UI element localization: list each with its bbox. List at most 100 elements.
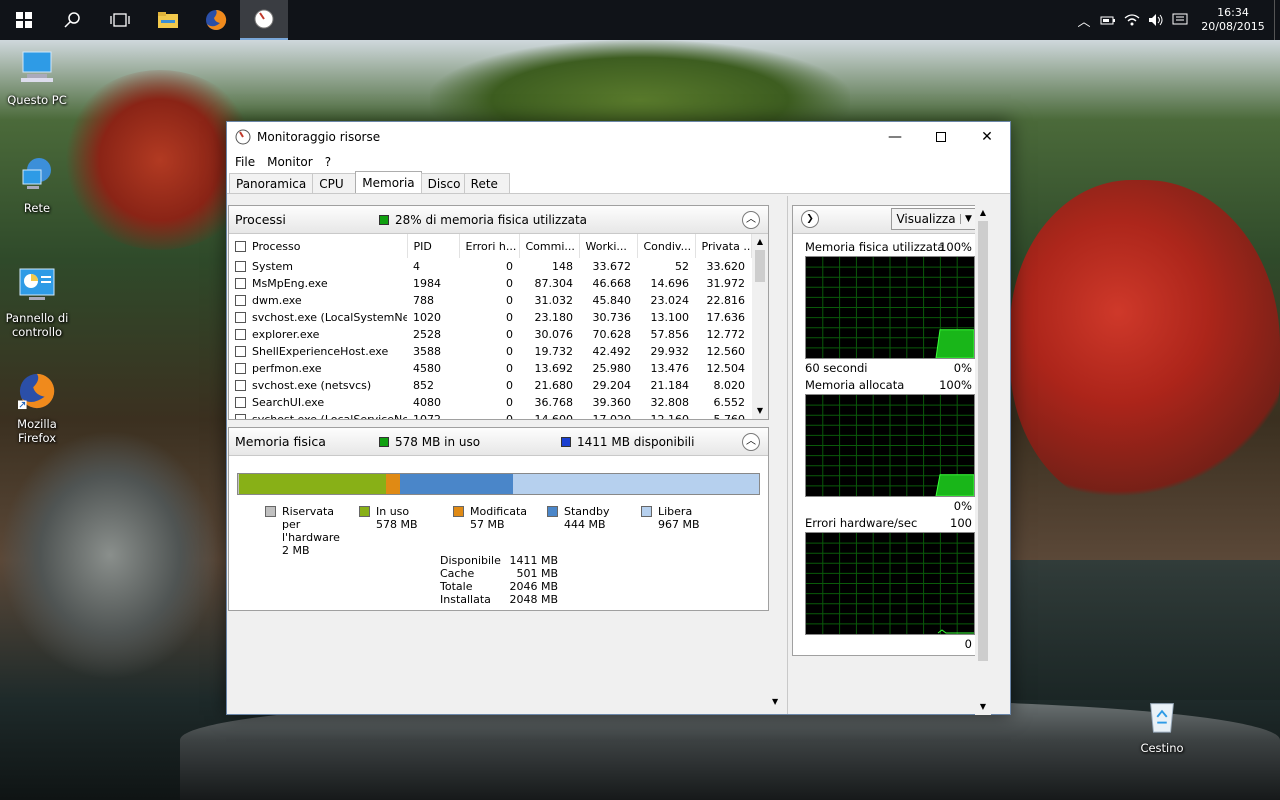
table-row[interactable]: SearchUI.exe 4080 0 36.768 39.360 32.808 6.552 [229,394,751,411]
table-row[interactable]: perfmon.exe 4580 0 13.692 25.980 13.476 12.504 [229,360,751,377]
desktop-icon-this-pc[interactable]: Questo PC [0,48,74,107]
tab-disk[interactable]: Disco [420,173,465,193]
cell-text: 30.736 [592,311,632,324]
physical-memory-header[interactable]: Memoria fisica 578 MB in uso 1411 MB dis… [229,428,768,456]
table-row[interactable]: System 4 0 148 33.672 52 33.620 [229,258,751,275]
minimize-button[interactable]: — [872,122,918,152]
process-checkbox[interactable] [235,414,246,419]
menu-file[interactable]: File [229,155,261,169]
clock[interactable]: 16:34 20/08/2015 [1192,6,1274,34]
show-desktop-button[interactable] [1274,0,1280,40]
legend-value: 57 MB [470,518,505,531]
maximize-button[interactable] [918,122,964,152]
desktop-icon-recycle-bin[interactable]: Cestino [1125,696,1199,755]
table-row[interactable]: svchost.exe (netsvcs) 852 0 21.680 29.204 21.… [229,377,751,394]
column-header[interactable]: PID [407,234,460,258]
tab-network[interactable]: Rete [463,173,510,193]
desktop-icon-network[interactable]: Rete [0,156,74,215]
menu-monitor[interactable]: Monitor [261,155,319,169]
volume-icon[interactable] [1144,0,1168,40]
desktop-icon-firefox[interactable]: Mozilla Firefox [0,372,74,445]
menu-help[interactable]: ? [319,155,337,169]
process-checkbox[interactable] [235,397,246,408]
chevron-up-icon[interactable]: ︿ [1072,0,1096,40]
cell-text: 17.636 [706,311,746,324]
task-view-button[interactable] [96,0,144,40]
table-row[interactable]: svchost.exe (LocalServiceNet... 1072 0 14.6… [229,411,751,419]
table-cell: 0 [459,394,519,411]
scrollbar-thumb[interactable] [755,250,765,282]
firefox-button[interactable] [192,0,240,40]
processes-header[interactable]: Processi 28% di memoria fisica utilizzat… [229,206,768,234]
stat-label: Cache [440,567,475,580]
resource-monitor-button[interactable] [240,0,288,40]
collapse-graphs-button[interactable]: ❯ [801,210,819,228]
file-explorer-button[interactable] [144,0,192,40]
close-button[interactable]: ✕ [964,122,1010,152]
graphs-scrollbar[interactable]: ▲ ▼ [975,205,991,715]
memory-stats: Disponibile 1411 MB Cache 501 MB Totale 204… [440,554,558,606]
scroll-up-icon[interactable]: ▲ [975,205,991,221]
legend-label: Libera [658,505,693,518]
process-checkbox[interactable] [235,278,246,289]
scroll-down-icon[interactable]: ▼ [975,699,991,715]
cell-text: 14.600 [535,413,574,419]
cell-text: svchost.exe (netsvcs) [252,379,372,392]
tab-memory[interactable]: Memoria [355,171,422,193]
cell-text: 0 [506,396,513,409]
background-maple-right [1010,180,1280,510]
process-checkbox[interactable] [235,380,246,391]
desktop-icon-control-panel[interactable]: Pannello di controllo [0,266,74,339]
wifi-icon[interactable] [1120,0,1144,40]
menu-bar: File Monitor ? [227,152,1010,172]
column-header[interactable]: Commi... [519,234,580,258]
search-button[interactable] [48,0,96,40]
table-cell: 30.076 [519,326,579,343]
memory-bar-segment [385,474,401,494]
table-header-row: Processo PID Errori h... Commi... Worki... Co… [229,234,752,258]
power-icon[interactable] [1096,0,1120,40]
table-row[interactable]: ShellExperienceHost.exe 3588 0 19.732 42.492… [229,343,751,360]
process-checkbox[interactable] [235,261,246,272]
table-cell: 52 [637,258,695,275]
column-header[interactable]: Worki... [579,234,638,258]
column-header[interactable]: Condiv... [637,234,696,258]
table-row[interactable]: svchost.exe (LocalSystemNet... 1020 0 23.18… [229,309,751,326]
cell-text: 30.076 [534,328,574,341]
table-cell: 39.360 [579,394,637,411]
table-row[interactable]: explorer.exe 2528 0 30.076 70.628 57.856 12.77… [229,326,751,343]
process-checkbox[interactable] [235,346,246,357]
table-cell: svchost.exe (LocalSystemNet... [229,309,407,326]
table-cell: 30.736 [579,309,637,326]
collapse-memory-button[interactable]: ︿ [742,432,760,451]
process-checkbox[interactable] [235,363,246,374]
process-checkbox[interactable] [235,329,246,340]
legend-swatch [547,506,558,517]
processes-scrollbar[interactable]: ▲ ▼ [752,234,768,419]
memory-bar-segment [513,474,759,494]
scroll-up-icon[interactable]: ▲ [752,234,768,250]
table-cell: 25.980 [579,360,637,377]
left-scroll-down-icon[interactable]: ▼ [772,697,778,706]
column-header[interactable]: Errori h... [459,234,520,258]
start-button[interactable] [0,0,48,40]
process-checkbox[interactable] [235,295,246,306]
cell-text: 33.672 [592,260,632,273]
title-bar[interactable]: Monitoraggio risorse — ✕ [227,122,1010,152]
cell-text: 13.692 [534,362,574,375]
column-header-label: Commi... [525,239,575,253]
table-row[interactable]: MsMpEng.exe 1984 0 87.304 46.668 14.696 31.972 [229,275,751,292]
view-dropdown[interactable]: Visualizza ▼ [891,208,977,230]
column-header[interactable]: Privata ... [695,234,752,258]
process-checkbox[interactable] [235,312,246,323]
column-header[interactable]: Processo [229,234,408,258]
graph-min-label: 0% [953,361,972,375]
table-row[interactable]: dwm.exe 788 0 31.032 45.840 23.024 22.816 [229,292,751,309]
notifications-icon[interactable] [1168,0,1192,40]
tab-cpu[interactable]: CPU [312,173,357,193]
scroll-down-icon[interactable]: ▼ [752,403,768,419]
scrollbar-thumb[interactable] [978,221,988,661]
collapse-processes-button[interactable]: ︿ [742,210,760,229]
select-all-checkbox[interactable] [235,240,246,252]
tab-overview[interactable]: Panoramica [229,173,314,193]
